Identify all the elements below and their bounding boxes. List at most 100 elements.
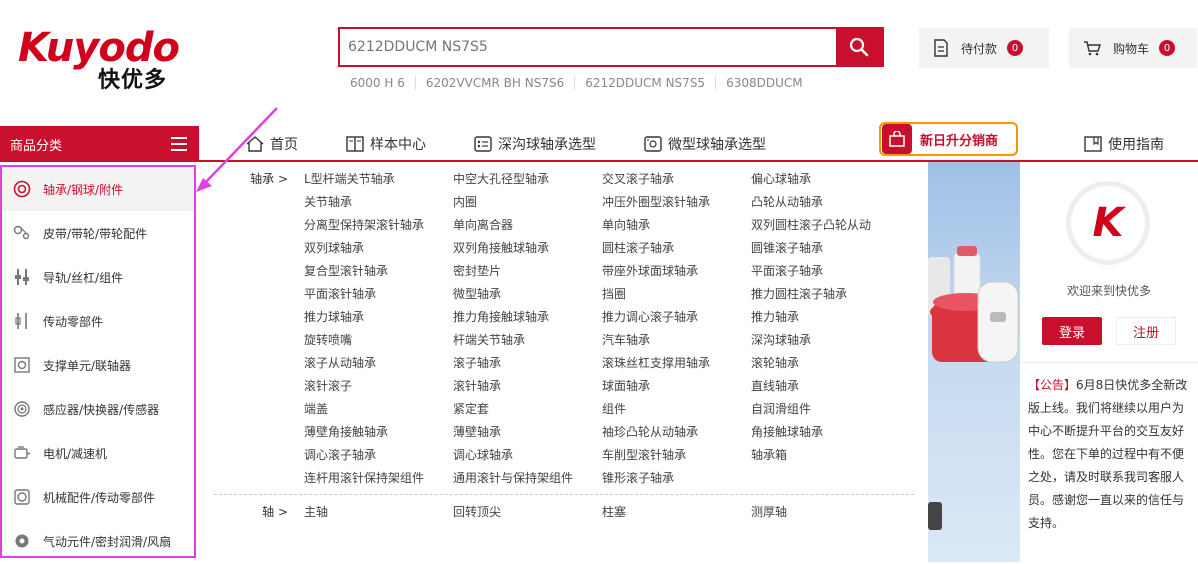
submenu-link[interactable]: 密封垫片 bbox=[453, 260, 602, 283]
submenu-link[interactable]: 单向离合器 bbox=[453, 214, 602, 237]
nav-mini-bearing-selection[interactable]: 微型球轴承选型 bbox=[644, 134, 766, 154]
submenu-link[interactable]: 滚珠丝杠支撑用轴承 bbox=[602, 352, 751, 375]
submenu-link[interactable]: L型杆端关节轴承 bbox=[304, 168, 453, 191]
submenu-link[interactable]: 双列角接触球轴承 bbox=[453, 237, 602, 260]
submenu-link[interactable]: 薄壁轴承 bbox=[453, 421, 602, 444]
hot-search-words: 6000 H 6 6202VVCMR BH NS7S6 6212DDUCM NS… bbox=[340, 76, 813, 90]
submenu-link[interactable]: 角接触球轴承 bbox=[751, 421, 911, 444]
hot-word-link[interactable]: 6212DDUCM NS7S5 bbox=[574, 76, 715, 90]
hot-word-link[interactable]: 6202VVCMR BH NS7S6 bbox=[414, 76, 574, 90]
promo-banner[interactable] bbox=[928, 162, 1020, 562]
distributor-promo-button[interactable]: 新日升分销商 bbox=[879, 122, 1018, 156]
submenu-link[interactable]: 关节轴承 bbox=[304, 191, 453, 214]
submenu-link[interactable]: 端盖 bbox=[304, 398, 453, 421]
submenu-link[interactable]: 旋转喷嘴 bbox=[304, 329, 453, 352]
user-guide-link[interactable]: 使用指南 bbox=[1084, 134, 1164, 154]
submenu-link[interactable]: 滚子轴承 bbox=[453, 352, 602, 375]
group-label[interactable]: 轴承 > bbox=[214, 168, 304, 490]
submenu-link[interactable]: 推力角接触球轴承 bbox=[453, 306, 602, 329]
submenu-link[interactable]: 球面轴承 bbox=[602, 375, 751, 398]
login-button[interactable]: 登录 bbox=[1042, 317, 1102, 345]
submenu-link[interactable]: 中空大孔径型轴承 bbox=[453, 168, 602, 191]
submenu-link[interactable]: 柱塞 bbox=[602, 501, 751, 524]
sidebar-item-mechanical-parts[interactable]: 机械配件/传动零部件 bbox=[2, 475, 194, 519]
sidebar-item-label: 气动元件/密封润滑/风扇 bbox=[43, 534, 172, 549]
submenu-link[interactable]: 双列球轴承 bbox=[304, 237, 453, 260]
submenu-link[interactable]: 通用滚针与保持架组件 bbox=[453, 467, 602, 490]
submenu-link[interactable]: 平面滚子轴承 bbox=[751, 260, 911, 283]
sidebar-item-transmission[interactable]: 传动零部件 bbox=[2, 299, 194, 343]
submenu-link[interactable]: 微型轴承 bbox=[453, 283, 602, 306]
submenu-link[interactable]: 主轴 bbox=[304, 501, 453, 524]
promo-label: 新日升分销商 bbox=[920, 133, 999, 149]
submenu-link[interactable]: 圆锥滚子轴承 bbox=[751, 237, 911, 260]
submenu-link[interactable]: 推力圆柱滚子轴承 bbox=[751, 283, 911, 306]
submenu-link[interactable]: 带座外球面球轴承 bbox=[602, 260, 751, 283]
hot-word-link[interactable]: 6000 H 6 bbox=[340, 76, 415, 90]
book-icon bbox=[346, 136, 364, 152]
group-label[interactable]: 轴 > bbox=[214, 501, 304, 524]
submenu-link[interactable]: 袖珍凸轮从动轴承 bbox=[602, 421, 751, 444]
submenu-link[interactable]: 薄壁角接触轴承 bbox=[304, 421, 453, 444]
submenu-link[interactable]: 调心球轴承 bbox=[453, 444, 602, 467]
submenu-link[interactable]: 交叉滚子轴承 bbox=[602, 168, 751, 191]
submenu-link[interactable]: 推力调心滚子轴承 bbox=[602, 306, 751, 329]
submenu-link[interactable]: 滚轮轴承 bbox=[751, 352, 911, 375]
submenu-link[interactable]: 复合型滚针轴承 bbox=[304, 260, 453, 283]
submenu-link[interactable]: 滚针轴承 bbox=[453, 375, 602, 398]
submenu-link[interactable]: 挡圈 bbox=[602, 283, 751, 306]
submenu-column: 中空大孔径型轴承 内圈 单向离合器 双列角接触球轴承 密封垫片 微型轴承 推力角… bbox=[453, 168, 602, 490]
submenu-link[interactable]: 滚针滚子 bbox=[304, 375, 453, 398]
submenu-link[interactable]: 偏心球轴承 bbox=[751, 168, 911, 191]
support-unit-icon bbox=[12, 355, 32, 375]
submenu-link[interactable]: 杆端关节轴承 bbox=[453, 329, 602, 352]
submenu-link[interactable]: 分离型保持架滚针轴承 bbox=[304, 214, 453, 237]
announcement-tag: 【公告】 bbox=[1028, 378, 1077, 392]
announcement[interactable]: 【公告】6月8日快优多全新改版上线。我们将继续以用户为中心不断提升平台的交互友好… bbox=[1028, 374, 1190, 535]
submenu-link[interactable]: 车削型滚针轴承 bbox=[602, 444, 751, 467]
site-logo[interactable]: Kuyodo 快优多 bbox=[18, 28, 183, 93]
submenu-link[interactable]: 单向轴承 bbox=[602, 214, 751, 237]
category-menu-header[interactable]: 商品分类 bbox=[0, 126, 199, 162]
nav-sample-center[interactable]: 样本中心 bbox=[346, 134, 426, 154]
sidebar-item-belts[interactable]: 皮带/带轮/带轮配件 bbox=[2, 211, 194, 255]
submenu-link[interactable]: 滚子从动轴承 bbox=[304, 352, 453, 375]
sidebar-item-pneumatic[interactable]: 气动元件/密封润滑/风扇 bbox=[2, 519, 194, 563]
sidebar-item-label: 轴承/钢球/附件 bbox=[43, 182, 124, 197]
submenu-link[interactable]: 自润滑组件 bbox=[751, 398, 911, 421]
welcome-text: 欢迎来到快优多 bbox=[1066, 284, 1151, 298]
nav-deep-groove-selection[interactable]: 深沟球轴承选型 bbox=[474, 134, 596, 154]
pending-payment-count: 0 bbox=[1007, 40, 1024, 56]
submenu-link[interactable]: 回转顶尖 bbox=[453, 501, 602, 524]
pending-payment-button[interactable]: 待付款 0 bbox=[919, 28, 1049, 68]
submenu-link[interactable]: 深沟球轴承 bbox=[751, 329, 911, 352]
submenu-link[interactable]: 测厚轴 bbox=[751, 501, 911, 524]
sidebar-item-sensors[interactable]: 感应器/快换器/传感器 bbox=[2, 387, 194, 431]
submenu-link[interactable]: 内圈 bbox=[453, 191, 602, 214]
sidebar-item-motors[interactable]: 电机/减速机 bbox=[2, 431, 194, 475]
submenu-link[interactable]: 锥形滚子轴承 bbox=[602, 467, 751, 490]
sidebar-item-bearings[interactable]: 轴承/钢球/附件 bbox=[2, 167, 194, 211]
submenu-link[interactable]: 推力球轴承 bbox=[304, 306, 453, 329]
submenu-link[interactable]: 推力轴承 bbox=[751, 306, 911, 329]
submenu-link[interactable]: 轴承箱 bbox=[751, 444, 911, 467]
submenu-link[interactable]: 平面滚针轴承 bbox=[304, 283, 453, 306]
search-input[interactable] bbox=[340, 29, 836, 65]
submenu-link[interactable]: 双列圆柱滚子凸轮从动 bbox=[751, 214, 911, 237]
submenu-link[interactable]: 紧定套 bbox=[453, 398, 602, 421]
sidebar-item-support-units[interactable]: 支撑单元/联轴器 bbox=[2, 343, 194, 387]
hot-word-link[interactable]: 6308DDUCM bbox=[715, 76, 813, 90]
submenu-link[interactable]: 连杆用滚针保持架组件 bbox=[304, 467, 453, 490]
cart-button[interactable]: 购物车 0 bbox=[1069, 28, 1197, 68]
search-button[interactable] bbox=[836, 29, 882, 65]
register-button[interactable]: 注册 bbox=[1116, 317, 1176, 345]
submenu-link[interactable]: 调心滚子轴承 bbox=[304, 444, 453, 467]
submenu-link[interactable]: 直线轴承 bbox=[751, 375, 911, 398]
submenu-link[interactable]: 汽车轴承 bbox=[602, 329, 751, 352]
submenu-link[interactable]: 圆柱滚子轴承 bbox=[602, 237, 751, 260]
sidebar-item-rails[interactable]: 导轨/丝杠/组件 bbox=[2, 255, 194, 299]
submenu-link[interactable]: 组件 bbox=[602, 398, 751, 421]
submenu-link[interactable]: 冲压外圈型滚针轴承 bbox=[602, 191, 751, 214]
submenu-link[interactable]: 凸轮从动轴承 bbox=[751, 191, 911, 214]
submenu-divider bbox=[214, 494, 914, 495]
